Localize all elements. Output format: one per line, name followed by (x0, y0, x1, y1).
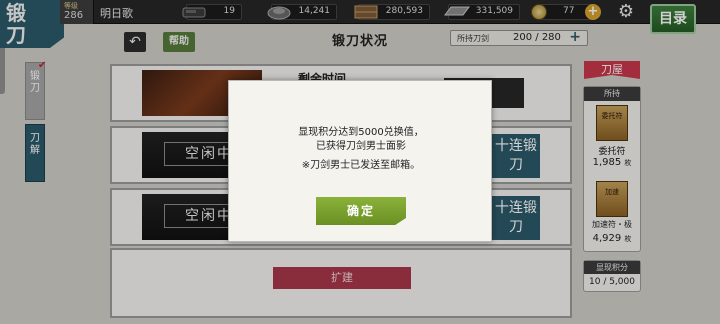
confirm-button[interactable]: 确定 (316, 197, 406, 225)
dialog-note: ※刀剑男士已发送至邮箱。 (301, 160, 421, 171)
dialog-message-line-1: 显现积分达到5000兑换值， (298, 127, 424, 138)
reward-dialog: 显现积分达到5000兑换值， 已获得刀剑男士面影 ※刀剑男士已发送至邮箱。 确定 (228, 80, 492, 242)
dialog-message-line-2: 已获得刀剑男士面影 (316, 141, 406, 152)
